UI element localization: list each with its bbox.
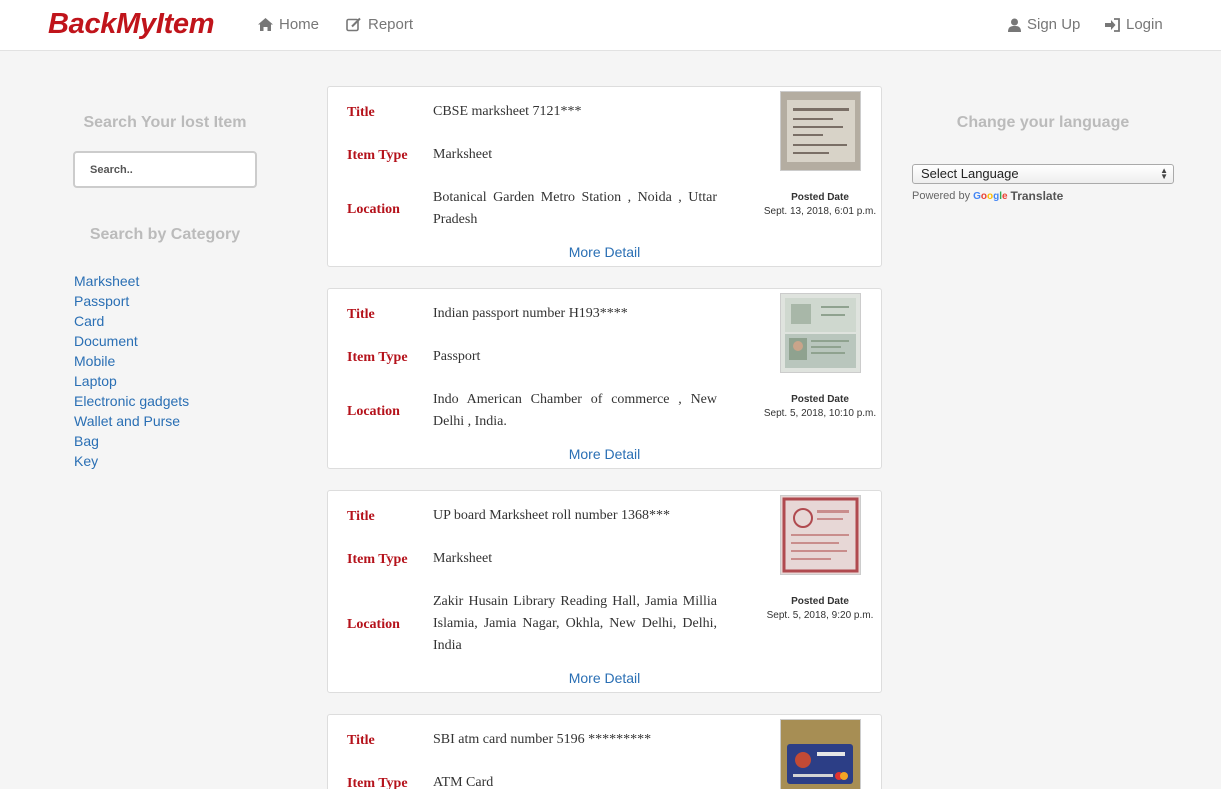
nav-report-link[interactable]: Report <box>346 16 413 33</box>
category-link-electronic-gadgets[interactable]: Electronic gadgets <box>74 391 189 411</box>
category-link-wallet-and-purse[interactable]: Wallet and Purse <box>74 411 189 431</box>
category-link-passport[interactable]: Passport <box>74 291 189 311</box>
nav-login-link[interactable]: Login <box>1105 16 1163 33</box>
item-title: Indian passport number H193**** <box>433 306 628 321</box>
item-card: Title UP board Marksheet roll number 136… <box>327 490 882 693</box>
item-location: Botanical Garden Metro Station , Noida ,… <box>433 190 717 227</box>
google-logo: Google <box>973 190 1008 202</box>
item-type-value: Passport <box>433 349 481 364</box>
item-card: Title Indian passport number H193**** It… <box>327 288 882 469</box>
item-thumbnail[interactable] <box>780 495 861 575</box>
item-type-label: Item Type <box>347 350 408 365</box>
category-link-key[interactable]: Key <box>74 451 189 471</box>
search-input[interactable] <box>73 151 257 188</box>
posted-date-label: Posted Date <box>791 394 849 405</box>
category-section-title: Search by Category <box>89 226 241 243</box>
home-icon <box>258 18 273 31</box>
location-label: Location <box>347 404 400 419</box>
item-location: Indo American Chamber of commerce , New … <box>433 392 717 429</box>
title-label: Title <box>347 509 375 524</box>
google-translate-attribution: Powered by Google Translate <box>912 189 1063 203</box>
category-link-document[interactable]: Document <box>74 331 189 351</box>
nav-signup-label: Sign Up <box>1027 16 1081 33</box>
posted-date-value: Sept. 5, 2018, 10:10 p.m. <box>763 408 877 419</box>
item-type-value: Marksheet <box>433 147 493 162</box>
more-detail-link[interactable]: More Detail <box>328 244 881 260</box>
category-link-bag[interactable]: Bag <box>74 431 189 451</box>
posted-date-label: Posted Date <box>791 192 849 203</box>
item-title: CBSE marksheet 7121*** <box>433 104 582 119</box>
posted-date-value: Sept. 13, 2018, 6:01 p.m. <box>763 206 877 217</box>
title-label: Title <box>347 307 375 322</box>
title-label: Title <box>347 733 375 748</box>
login-icon <box>1105 17 1120 32</box>
item-title: SBI atm card number 5196 ********* <box>433 732 652 747</box>
more-detail-link[interactable]: More Detail <box>328 670 881 686</box>
category-link-mobile[interactable]: Mobile <box>74 351 189 371</box>
powered-by-label: Powered by <box>912 190 971 202</box>
nav-report-label: Report <box>368 16 414 33</box>
category-link-card[interactable]: Card <box>74 311 189 331</box>
item-thumbnail[interactable] <box>780 293 861 373</box>
location-label: Location <box>347 202 400 217</box>
item-type-value: ATM Card <box>433 775 494 789</box>
user-icon <box>1008 18 1021 32</box>
posted-date-label: Posted Date <box>791 596 849 607</box>
translate-link[interactable]: Translate <box>1011 189 1064 203</box>
item-thumbnail[interactable] <box>780 719 861 789</box>
title-label: Title <box>347 105 375 120</box>
item-type-label: Item Type <box>347 148 408 163</box>
nav-home-label: Home <box>279 16 320 33</box>
category-list: Marksheet Passport Card Document Mobile … <box>74 271 189 471</box>
more-detail-link[interactable]: More Detail <box>328 446 881 462</box>
item-type-value: Marksheet <box>433 551 493 566</box>
brand-logo[interactable]: BackMyItem <box>48 8 215 41</box>
edit-icon <box>346 17 361 32</box>
item-thumbnail[interactable] <box>780 91 861 171</box>
select-arrows-icon: ▲ ▼ <box>1160 166 1168 181</box>
navbar: BackMyItem Home Report Sign Up Login <box>0 0 1221 51</box>
category-link-laptop[interactable]: Laptop <box>74 371 189 391</box>
item-type-label: Item Type <box>347 552 408 567</box>
nav-signup-link[interactable]: Sign Up <box>1008 16 1080 33</box>
language-section-title: Change your language <box>956 114 1130 131</box>
language-select-value: Select Language <box>921 166 1019 181</box>
location-label: Location <box>347 617 400 632</box>
category-link-marksheet[interactable]: Marksheet <box>74 271 189 291</box>
item-card: Title SBI atm card number 5196 *********… <box>327 714 882 789</box>
item-type-label: Item Type <box>347 776 408 789</box>
nav-login-label: Login <box>1126 16 1163 33</box>
language-select[interactable]: Select Language ▲ ▼ <box>912 164 1174 184</box>
nav-home-link[interactable]: Home <box>258 16 319 33</box>
item-location: Zakir Husain Library Reading Hall, Jamia… <box>433 594 717 653</box>
item-card: Title CBSE marksheet 7121*** Item Type M… <box>327 86 882 267</box>
search-section-title: Search Your lost Item <box>83 114 247 131</box>
posted-date-value: Sept. 5, 2018, 9:20 p.m. <box>766 610 874 621</box>
item-title: UP board Marksheet roll number 1368*** <box>433 508 671 523</box>
